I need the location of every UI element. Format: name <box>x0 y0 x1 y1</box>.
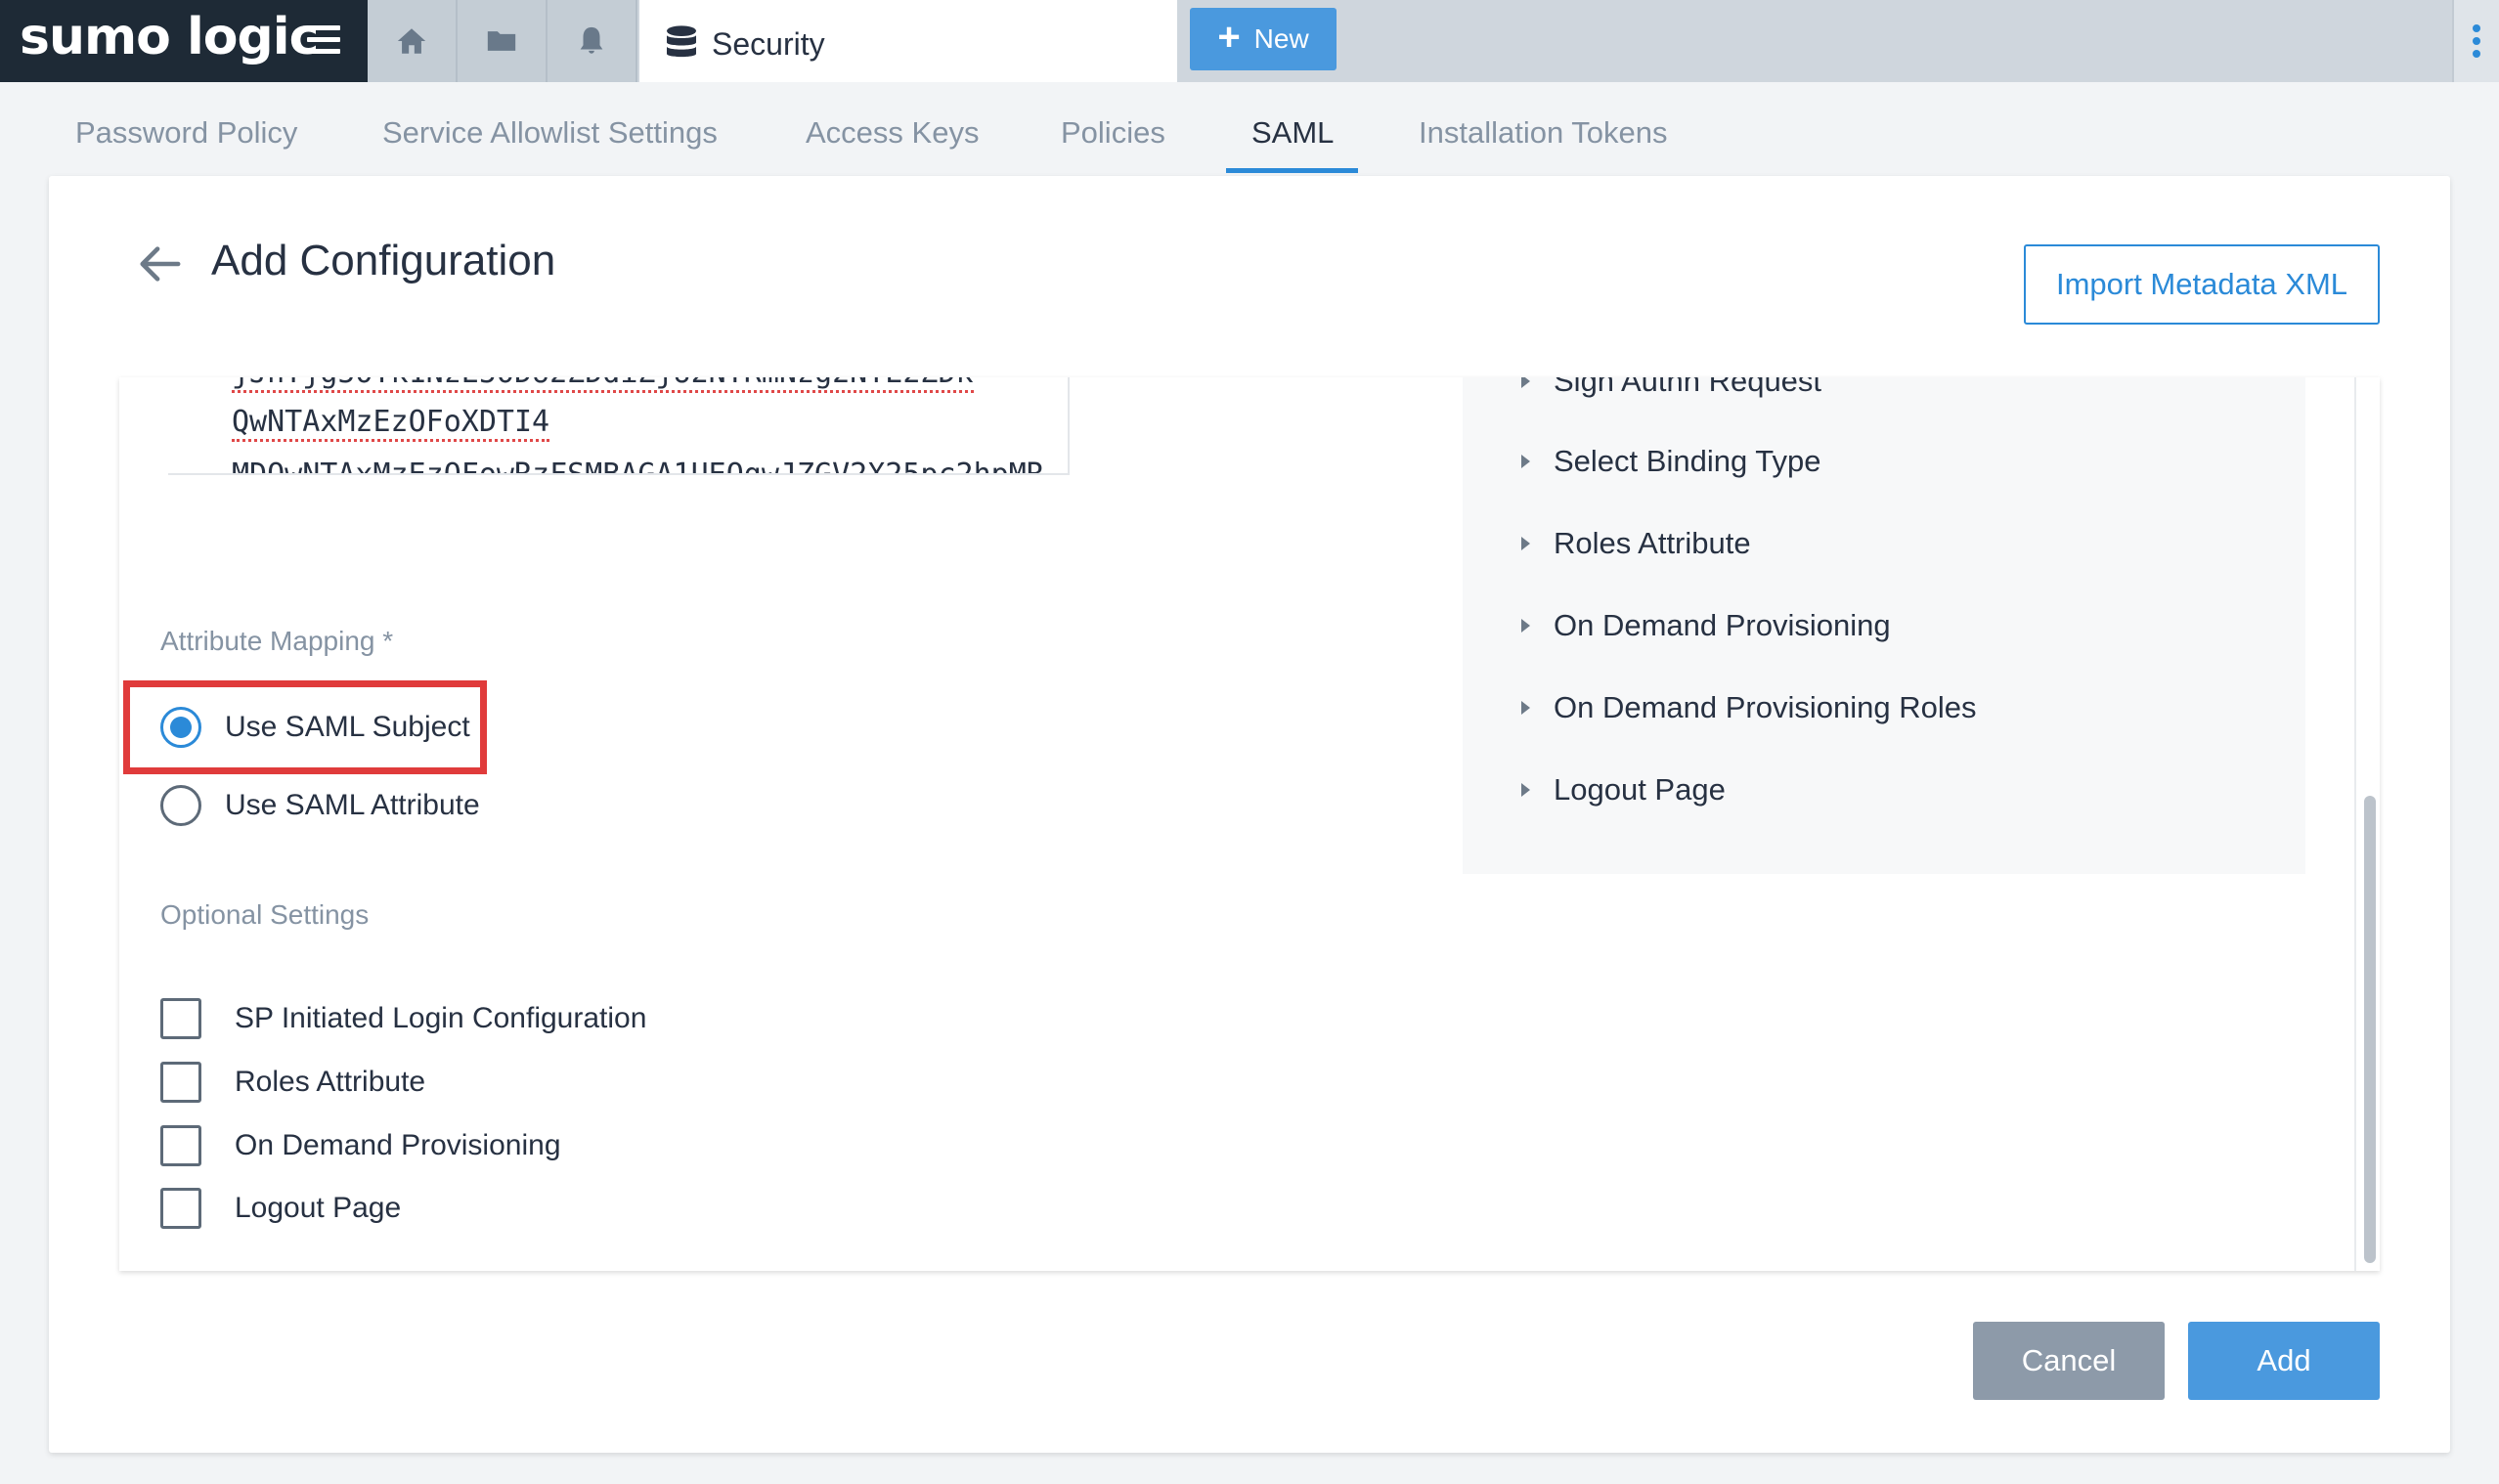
radio-button[interactable] <box>160 785 201 826</box>
plus-icon: + <box>1217 16 1241 59</box>
caret-right-icon <box>1521 377 1530 388</box>
back-arrow-icon[interactable] <box>137 244 182 284</box>
tab-installation-tokens[interactable]: Installation Tokens <box>1419 115 1667 151</box>
radio-use-saml-subject[interactable]: Use SAML Subject <box>160 706 470 749</box>
radio-label: Use SAML Subject <box>225 711 470 743</box>
expand-on-demand-provisioning[interactable]: On Demand Provisioning <box>1521 606 1891 645</box>
caret-right-icon <box>1521 783 1530 797</box>
configuration-scroll-panel[interactable]: jJhYjg5OTk1NzE5ODU2ZDdiZjU2NTRmNzg2NTE2Z… <box>119 377 2380 1271</box>
caret-right-icon <box>1521 455 1530 468</box>
certificate-textarea[interactable]: jJhYjg5OTk1NzE5ODU2ZDdiZjU2NTRmNzg2NTE2Z… <box>168 377 1070 475</box>
radio-use-saml-attribute[interactable]: Use SAML Attribute <box>160 784 480 827</box>
checkbox[interactable] <box>160 1062 201 1103</box>
checkbox-label: SP Initiated Login Configuration <box>235 1002 647 1034</box>
checkbox-label: Roles Attribute <box>235 1066 426 1098</box>
active-tab-indicator <box>1226 168 1358 173</box>
tab-password-policy[interactable]: Password Policy <box>75 115 297 151</box>
tab-security[interactable]: Security <box>639 0 1177 82</box>
caret-right-icon <box>1521 619 1530 633</box>
expand-roles-attribute[interactable]: Roles Attribute <box>1521 524 1751 563</box>
advanced-item-label: Roles Attribute <box>1554 526 1751 560</box>
checkbox-logout-page[interactable]: Logout Page <box>160 1187 401 1230</box>
checkbox-sp-initiated-login[interactable]: SP Initiated Login Configuration <box>160 997 646 1040</box>
caret-right-icon <box>1521 537 1530 550</box>
optional-settings-label: Optional Settings <box>160 899 370 930</box>
tab-saml[interactable]: SAML <box>1251 115 1334 151</box>
advanced-settings-list: Sign Authn Request Select Binding Type R… <box>1463 377 2305 874</box>
advanced-item-label: Select Binding Type <box>1554 444 1821 478</box>
checkbox-label: On Demand Provisioning <box>235 1129 561 1161</box>
expand-logout-page[interactable]: Logout Page <box>1521 770 1726 809</box>
advanced-item-label: Logout Page <box>1554 772 1726 807</box>
sumo-logic-logo[interactable]: sumo logic <box>20 8 319 66</box>
radio-button-selected[interactable] <box>160 707 201 748</box>
more-options-icon[interactable] <box>2452 0 2499 82</box>
checkbox-roles-attribute[interactable]: Roles Attribute <box>160 1061 425 1104</box>
checkbox-on-demand-provisioning[interactable]: On Demand Provisioning <box>160 1124 561 1167</box>
advanced-item-label: On Demand Provisioning Roles <box>1554 690 1977 724</box>
attribute-mapping-label: Attribute Mapping * <box>160 626 394 656</box>
home-button[interactable] <box>368 0 458 82</box>
add-button[interactable]: Add <box>2188 1322 2380 1400</box>
add-configuration-card: Add Configuration Import Metadata XML jJ… <box>49 176 2450 1453</box>
bell-icon <box>580 26 603 54</box>
checkbox[interactable] <box>160 1188 201 1229</box>
certificate-line: QwNTAxMzEzOFoXDTI4 <box>232 405 550 442</box>
tab-policies[interactable]: Policies <box>1061 115 1165 151</box>
advanced-item-label: On Demand Provisioning <box>1554 608 1891 642</box>
expand-sign-authn-request[interactable]: Sign Authn Request <box>1521 377 1821 401</box>
menu-icon[interactable] <box>307 25 340 55</box>
folder-icon <box>487 31 516 51</box>
checkbox-label: Logout Page <box>235 1192 402 1224</box>
expand-select-binding-type[interactable]: Select Binding Type <box>1521 442 1820 481</box>
import-metadata-xml-button[interactable]: Import Metadata XML <box>2024 244 2380 325</box>
vertical-scrollbar[interactable] <box>2354 377 2380 1271</box>
home-icon <box>397 28 426 54</box>
brand-area: sumo logic <box>0 0 368 82</box>
tab-service-allowlist[interactable]: Service Allowlist Settings <box>382 115 718 151</box>
checkbox[interactable] <box>160 1125 201 1166</box>
security-subtabs: Password Policy Service Allowlist Settin… <box>0 82 2499 176</box>
new-button-label: New <box>1253 23 1309 54</box>
page-title: Add Configuration <box>211 237 556 284</box>
cancel-button[interactable]: Cancel <box>1973 1322 2165 1400</box>
radio-label: Use SAML Attribute <box>225 789 480 821</box>
alerts-button[interactable] <box>548 0 637 82</box>
caret-right-icon <box>1521 701 1530 715</box>
tab-label: Security <box>712 26 825 62</box>
checkbox[interactable] <box>160 998 201 1039</box>
certificate-line: jJhYjg5OTk1NzE5ODU2ZDdiZjU2NTRmNzg2NTE2Z… <box>232 377 974 393</box>
advanced-item-label: Sign Authn Request <box>1554 377 1822 398</box>
top-bar: sumo logic Security + New <box>0 0 2499 82</box>
tab-access-keys[interactable]: Access Keys <box>806 115 979 151</box>
certificate-line: MDQwNTAxMzEzOFowRzFSMBAGA1UEQgwJZGV2X25p… <box>232 458 1044 473</box>
scrollbar-thumb[interactable] <box>2364 796 2376 1263</box>
database-icon <box>667 25 696 58</box>
new-button[interactable]: + New <box>1190 8 1337 70</box>
expand-on-demand-provisioning-roles[interactable]: On Demand Provisioning Roles <box>1521 688 1977 727</box>
library-button[interactable] <box>458 0 548 82</box>
